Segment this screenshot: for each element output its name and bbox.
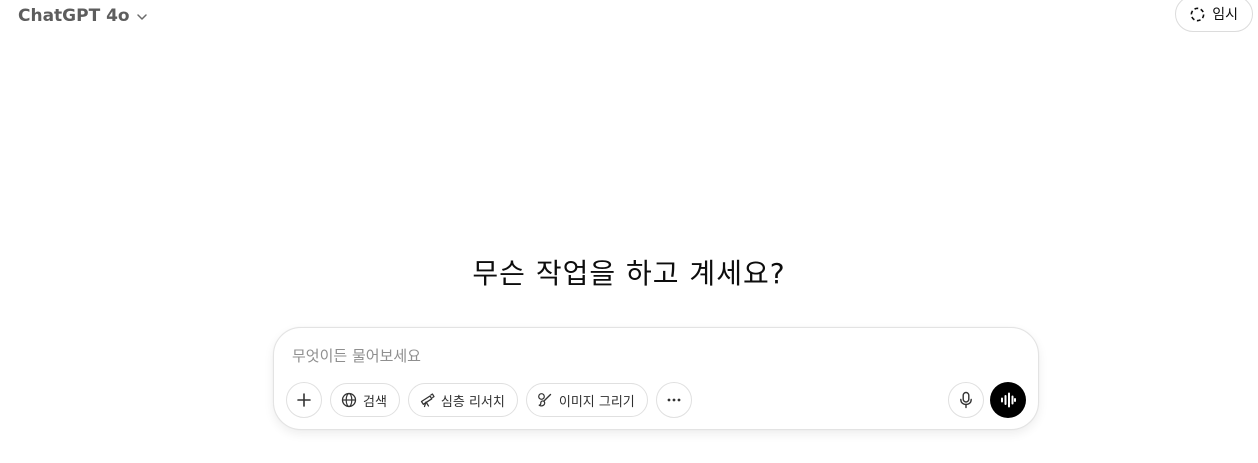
plus-icon xyxy=(296,392,312,408)
composer-actions xyxy=(948,382,1026,418)
composer: 무엇이든 물어보세요 검색 심층 리서치 이미지 그리기 xyxy=(273,327,1039,430)
telescope-icon xyxy=(419,392,435,408)
add-attachment-button[interactable] xyxy=(286,382,322,418)
temporary-chat-label: 임시 xyxy=(1212,7,1238,23)
search-button[interactable]: 검색 xyxy=(330,383,400,417)
chevron-down-icon xyxy=(136,11,148,23)
model-picker[interactable]: ChatGPT 4o xyxy=(18,3,148,29)
chat-home: ChatGPT 4o 임시 무슨 작업을 하고 계세요? 무엇이든 물어보세요 xyxy=(0,0,1258,463)
more-horizontal-icon xyxy=(666,392,682,408)
page-heading: 무슨 작업을 하고 계세요? xyxy=(472,257,786,290)
prompt-input[interactable]: 무엇이든 물어보세요 xyxy=(292,345,421,366)
deep-research-button[interactable]: 심층 리서치 xyxy=(407,383,518,417)
voice-mode-button[interactable] xyxy=(990,382,1026,418)
more-tools-button[interactable] xyxy=(655,382,692,418)
dictate-button[interactable] xyxy=(948,382,984,418)
composer-toolbar: 검색 심층 리서치 이미지 그리기 xyxy=(286,382,692,418)
dashed-circle-icon xyxy=(1189,6,1206,23)
create-image-button[interactable]: 이미지 그리기 xyxy=(525,383,648,417)
microphone-icon xyxy=(958,391,974,409)
waveform-icon xyxy=(999,391,1017,409)
create-image-label: 이미지 그리기 xyxy=(558,394,635,410)
temporary-chat-button[interactable]: 임시 xyxy=(1175,0,1253,32)
model-name: ChatGPT 4o xyxy=(18,6,130,26)
deep-research-label: 심층 리서치 xyxy=(440,394,505,410)
globe-icon xyxy=(341,392,357,408)
search-label: 검색 xyxy=(363,394,387,410)
brush-icon xyxy=(537,392,553,408)
